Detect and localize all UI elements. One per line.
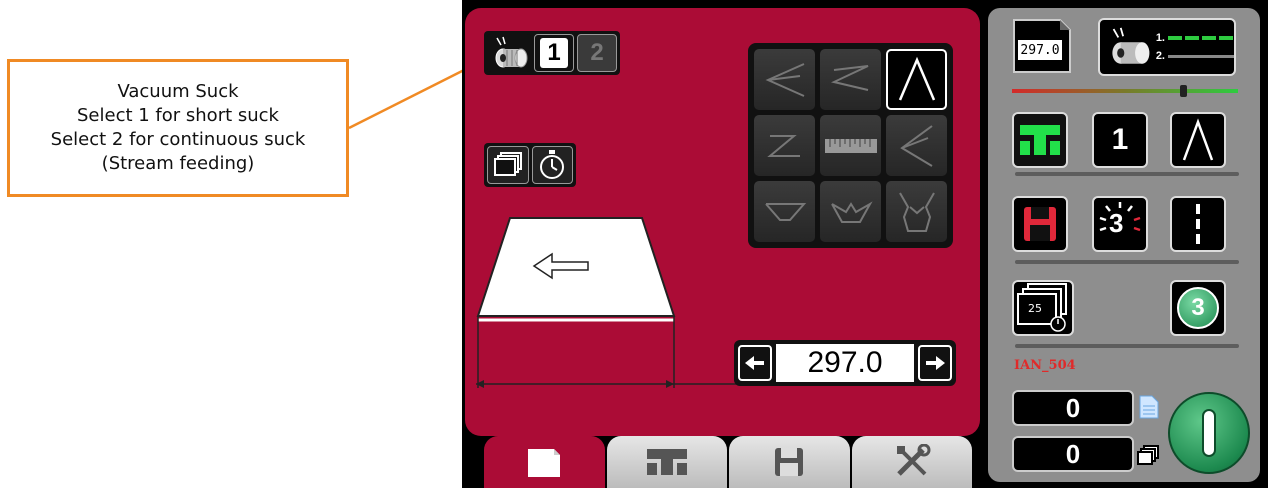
tools-icon xyxy=(896,444,931,476)
fold-number-button[interactable]: 1 xyxy=(1092,112,1148,168)
screenshot-stage: Vacuum Suck Select 1 for short suck Sele… xyxy=(0,0,1268,488)
document-icon xyxy=(528,449,561,477)
sheet-length-control: 297.0 xyxy=(734,340,956,386)
paper-feed-illustration xyxy=(476,217,742,388)
save-job-button[interactable] xyxy=(1012,196,1068,252)
ruler-icon[interactable] xyxy=(820,115,881,176)
callout-line-4: (Stream feeding) xyxy=(101,153,255,174)
save-icon xyxy=(1024,207,1056,241)
paper-size-value: 297.0 xyxy=(1018,40,1062,60)
fold-type-grid xyxy=(748,43,953,248)
tab-fold-tray[interactable] xyxy=(606,436,727,488)
start-button[interactable] xyxy=(1168,392,1250,474)
stack-icon[interactable] xyxy=(487,146,529,184)
divider xyxy=(1015,172,1239,176)
vacuum-selector: 1 2 xyxy=(484,31,620,75)
vacuum-roller-icon xyxy=(1112,27,1150,64)
vacuum-speed-button[interactable]: 1. 2. xyxy=(1098,18,1236,76)
bottom-tab-bar xyxy=(484,436,972,488)
batch-count-button[interactable]: 3 xyxy=(1092,196,1148,252)
stopwatch-icon[interactable] xyxy=(531,146,573,184)
z-fold-reverse-icon[interactable] xyxy=(754,115,815,176)
vacuum-roller-icon[interactable] xyxy=(487,34,531,72)
power-icon xyxy=(1202,409,1216,457)
custom-fold-icon[interactable] xyxy=(886,181,947,242)
z-fold-icon[interactable] xyxy=(820,49,881,110)
stack-count: 25 xyxy=(1028,302,1042,315)
job-name-label: IAN_504 xyxy=(1014,358,1076,373)
callout-line-2: Select 1 for short suck xyxy=(77,105,279,126)
sheet-counter-icon xyxy=(1139,395,1159,419)
single-fold-icon[interactable] xyxy=(886,49,947,110)
letter-fold-reverse-icon[interactable] xyxy=(886,115,947,176)
stack-counter-icon xyxy=(1137,445,1159,465)
parallel-fold-icon[interactable] xyxy=(754,181,815,242)
speed-line-2-label: 2. xyxy=(1155,50,1165,62)
save-icon xyxy=(775,448,804,476)
single-fold-icon[interactable] xyxy=(1170,112,1226,168)
vacuum-speed-lines: 1. 2. xyxy=(1156,32,1234,62)
callout-line-1: Vacuum Suck xyxy=(117,81,239,102)
vacuum-suck-callout: Vacuum Suck Select 1 for short suck Sele… xyxy=(7,59,349,197)
stack-timer-icon xyxy=(1017,283,1067,332)
counter-mode-button[interactable]: 3 xyxy=(1170,280,1226,336)
tab-save[interactable] xyxy=(729,436,850,488)
fold-tray-icon xyxy=(1020,125,1060,155)
callout-line-3: Select 2 for continuous suck xyxy=(50,129,306,150)
speed-line-1-label: 1. xyxy=(1155,32,1165,44)
paper-size-button[interactable]: 297.0 xyxy=(1012,18,1074,74)
letter-fold-icon[interactable] xyxy=(754,49,815,110)
sheet-length-input[interactable]: 297.0 xyxy=(776,344,914,382)
arrow-right-icon[interactable] xyxy=(918,345,952,381)
stack-timer-group xyxy=(484,143,576,187)
stack-counter: 0 xyxy=(1012,436,1134,472)
divider xyxy=(1015,344,1239,348)
double-gate-icon[interactable] xyxy=(820,181,881,242)
separator-dash-icon[interactable] xyxy=(1170,196,1226,252)
stack-timer-button[interactable]: 25 xyxy=(1012,280,1074,336)
sheet-counter: 0 xyxy=(1012,390,1134,426)
arrow-left-icon[interactable] xyxy=(738,345,772,381)
fold-tray-icon xyxy=(646,449,687,475)
counter-mode-badge: 3 xyxy=(1177,287,1219,329)
tab-tools[interactable] xyxy=(851,436,972,488)
speed-slider[interactable] xyxy=(1012,84,1238,98)
vacuum-option-1-label: 1 xyxy=(540,38,568,68)
vacuum-option-2-button[interactable]: 2 xyxy=(577,34,617,72)
divider xyxy=(1015,260,1239,264)
fold-mode-button[interactable] xyxy=(1012,112,1068,168)
batch-number: 3 xyxy=(1109,208,1124,238)
vacuum-option-1-button[interactable]: 1 xyxy=(534,34,574,72)
tab-document[interactable] xyxy=(484,436,605,488)
